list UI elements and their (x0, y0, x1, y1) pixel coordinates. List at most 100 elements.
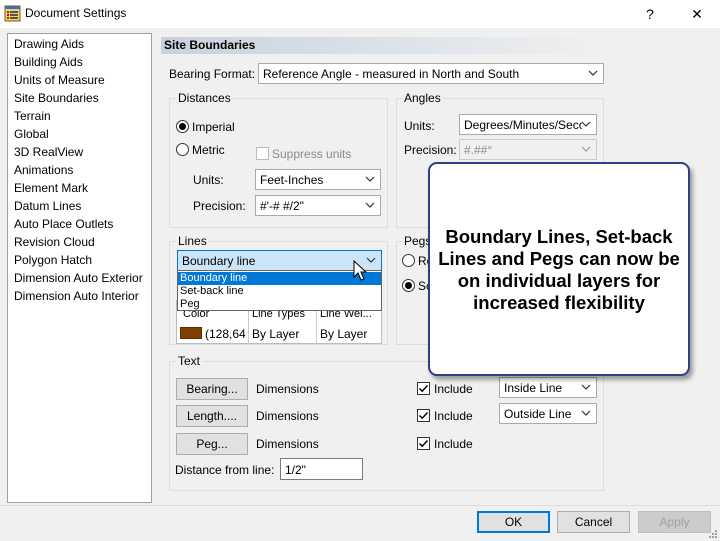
col-divider (316, 305, 317, 345)
close-button[interactable]: ✕ (674, 0, 720, 28)
bearing-text-button[interactable]: Bearing... (176, 378, 248, 400)
chevron-down-icon (581, 121, 591, 127)
color-swatch[interactable] (180, 327, 202, 339)
distance-units-label: Units: (193, 173, 224, 187)
length-include-label: Include (434, 409, 473, 423)
color-value: (128,64,0) (205, 327, 247, 341)
bearing-position-value: Inside Line (504, 381, 563, 395)
metric-label: Metric (192, 143, 225, 157)
distance-from-line-label: Distance from line: (175, 463, 275, 477)
angles-group-title: Angles (402, 91, 443, 105)
sidebar-item-site-boundaries[interactable]: Site Boundaries (14, 91, 99, 105)
sidebar-item-building-aids[interactable]: Building Aids (14, 55, 83, 69)
help-button[interactable]: ? (627, 0, 673, 28)
length-include-checkbox[interactable] (417, 409, 430, 422)
metric-radio[interactable] (176, 143, 189, 156)
angle-precision-label: Precision: (404, 143, 457, 157)
sidebar-item-auto-place-outlets[interactable]: Auto Place Outlets (14, 217, 113, 231)
length-position-select[interactable]: Outside Line (499, 403, 597, 424)
col-divider (248, 305, 249, 345)
title-bar: Document Settings ? ✕ (0, 0, 720, 28)
dropdown-option-set-back-line[interactable]: Set-back line (178, 285, 381, 298)
distance-precision-label: Precision: (193, 199, 246, 213)
apply-button[interactable]: Apply (638, 511, 711, 533)
bearing-format-select[interactable]: Reference Angle - measured in North and … (258, 63, 604, 84)
imperial-radio[interactable] (176, 120, 189, 133)
dropdown-option-boundary-line[interactable]: Boundary line (178, 272, 381, 285)
settings-category-list[interactable]: Drawing Aids Building Aids Units of Meas… (7, 33, 152, 503)
length-dimensions-label: Dimensions (256, 409, 319, 423)
sidebar-item-drawing-aids[interactable]: Drawing Aids (14, 37, 84, 51)
line-weight-layer-value[interactable]: By Layer (320, 327, 367, 341)
angle-units-value: Degrees/Minutes/Seconds (464, 118, 582, 132)
settings-list-icon (4, 5, 21, 22)
chevron-down-icon (581, 410, 591, 416)
distance-units-value: Feet-Inches (260, 173, 324, 187)
imperial-label: Imperial (192, 120, 235, 134)
page-title-bar: Site Boundaries (161, 37, 604, 54)
chevron-down-icon (365, 202, 375, 208)
peg-option-round-radio[interactable] (402, 254, 415, 267)
checkmark-icon (418, 411, 429, 420)
sidebar-item-polygon-hatch[interactable]: Polygon Hatch (14, 253, 92, 267)
sidebar-item-units-of-measure[interactable]: Units of Measure (14, 73, 105, 87)
sidebar-item-dimension-auto-interior[interactable]: Dimension Auto Interior (14, 289, 139, 303)
bearing-dimensions-label: Dimensions (256, 382, 319, 396)
suppress-units-label: Suppress units (272, 147, 352, 161)
peg-include-checkbox[interactable] (417, 437, 430, 450)
line-type-layer-value[interactable]: By Layer (252, 327, 299, 341)
mouse-cursor-icon (353, 260, 367, 281)
bearing-format-label: Bearing Format: (169, 67, 256, 81)
chevron-down-icon (581, 384, 591, 390)
line-type-select[interactable]: Boundary line (177, 250, 382, 271)
document-settings-window: Document Settings ? ✕ Drawing Aids Build… (0, 0, 720, 541)
sidebar-item-animations[interactable]: Animations (14, 163, 73, 177)
angle-units-select[interactable]: Degrees/Minutes/Seconds (459, 114, 597, 135)
chevron-down-icon (581, 146, 591, 152)
bearing-include-label: Include (434, 382, 473, 396)
length-position-value: Outside Line (504, 407, 572, 421)
distance-units-select[interactable]: Feet-Inches (255, 169, 381, 190)
distances-group-title: Distances (176, 91, 233, 105)
footer-divider (0, 505, 720, 506)
length-text-button[interactable]: Length.... (176, 405, 248, 427)
dropdown-option-peg[interactable]: Peg (178, 298, 381, 311)
checkmark-icon (418, 439, 429, 448)
peg-text-button[interactable]: Peg... (176, 433, 248, 455)
lines-group-title: Lines (176, 234, 209, 248)
distance-from-line-value: 1/2" (285, 463, 306, 477)
bearing-include-checkbox[interactable] (417, 382, 430, 395)
sidebar-item-element-mark[interactable]: Element Mark (14, 181, 88, 195)
peg-option-square-radio[interactable] (402, 279, 415, 292)
peg-include-label: Include (434, 437, 473, 451)
sidebar-item-datum-lines[interactable]: Datum Lines (14, 199, 81, 213)
angle-precision-select[interactable]: #.##° (459, 139, 597, 160)
checkmark-icon (418, 384, 429, 393)
sidebar-item-3d-realview[interactable]: 3D RealView (14, 145, 83, 159)
chevron-down-icon (588, 70, 598, 76)
cancel-button[interactable]: Cancel (557, 511, 630, 533)
sidebar-item-dimension-auto-exterior[interactable]: Dimension Auto Exterior (14, 271, 143, 285)
line-type-value: Boundary line (182, 254, 256, 268)
feature-callout: Boundary Lines, Set-back Lines and Pegs … (428, 162, 690, 376)
sidebar-item-global[interactable]: Global (14, 127, 49, 141)
angle-precision-value: #.##° (464, 143, 493, 157)
line-type-dropdown-list[interactable]: Boundary line Set-back line Peg (177, 270, 382, 311)
window-title: Document Settings (25, 6, 127, 20)
bearing-format-value: Reference Angle - measured in North and … (263, 67, 520, 81)
resize-grip-icon[interactable] (707, 528, 718, 539)
suppress-units-checkbox[interactable] (256, 147, 269, 160)
text-group-title: Text (176, 354, 203, 368)
distance-from-line-input[interactable]: 1/2" (280, 458, 363, 480)
ok-button[interactable]: OK (477, 511, 550, 533)
peg-dimensions-label: Dimensions (256, 437, 319, 451)
angle-units-label: Units: (404, 119, 435, 133)
bearing-position-select[interactable]: Inside Line (499, 377, 597, 398)
sidebar-item-revision-cloud[interactable]: Revision Cloud (14, 235, 95, 249)
page-title: Site Boundaries (164, 38, 256, 52)
chevron-down-icon (366, 257, 376, 263)
distance-precision-select[interactable]: #'-# #/2" (255, 195, 381, 216)
sidebar-item-terrain[interactable]: Terrain (14, 109, 51, 123)
distance-precision-value: #'-# #/2" (260, 199, 304, 213)
callout-text: Boundary Lines, Set-back Lines and Pegs … (438, 226, 680, 313)
